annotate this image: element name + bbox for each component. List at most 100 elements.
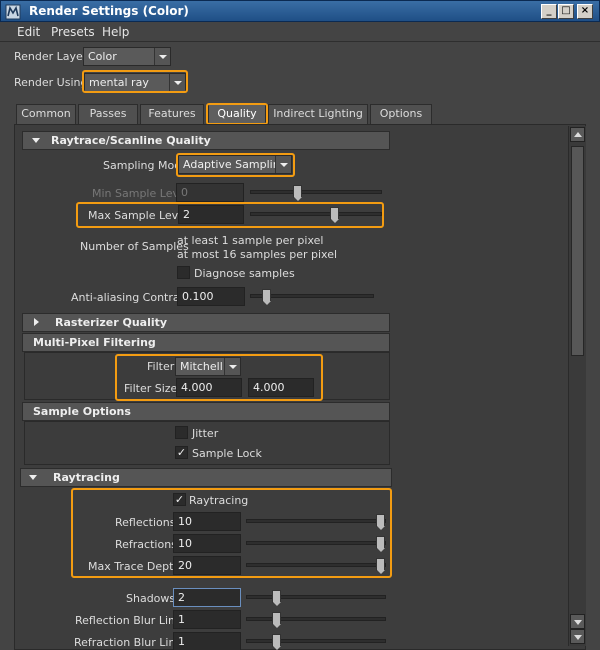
sampling-mode-label: Sampling Mode xyxy=(103,159,188,172)
triangle-down-icon xyxy=(29,475,37,480)
filter-size-x-field[interactable]: 4.000 xyxy=(176,378,242,397)
tab-passes[interactable]: Passes xyxy=(78,104,138,124)
raytracing-checkbox[interactable]: ✓ xyxy=(173,493,186,506)
menu-edit[interactable]: Edit xyxy=(17,25,40,39)
sample-lock-checkbox[interactable]: ✓ xyxy=(175,446,188,459)
tab-options[interactable]: Options xyxy=(370,104,432,124)
chevron-down-icon xyxy=(169,74,185,91)
filter-size-y-field[interactable]: 4.000 xyxy=(248,378,314,397)
slider-knob[interactable] xyxy=(376,514,385,530)
refractions-slider[interactable] xyxy=(246,536,386,552)
window-title: Render Settings (Color) xyxy=(29,4,189,18)
render-layer-dropdown[interactable]: Color xyxy=(83,47,171,66)
tab-quality[interactable]: Quality xyxy=(208,104,266,124)
shadows-field[interactable]: 2 xyxy=(173,588,241,607)
raytrace-scanline-header[interactable]: Raytrace/Scanline Quality xyxy=(22,131,390,150)
shadows-label: Shadows xyxy=(126,592,176,605)
min-sample-level-field[interactable]: 0 xyxy=(176,183,244,202)
triangle-down-icon xyxy=(32,138,40,143)
slider-knob[interactable] xyxy=(272,612,281,628)
reflections-slider[interactable] xyxy=(246,514,386,530)
sampling-mode-dropdown[interactable]: Adaptive Sampling xyxy=(178,155,292,174)
samples-max-text: at most 16 samples per pixel xyxy=(177,248,338,261)
diagnose-samples-checkbox[interactable] xyxy=(177,266,190,279)
render-using-label: Render Using xyxy=(14,76,88,89)
filter-size-label: Filter Size xyxy=(124,382,178,395)
max-sample-level-label: Max Sample Level xyxy=(88,209,189,222)
multi-pixel-filtering-header[interactable]: Multi-Pixel Filtering xyxy=(22,333,390,352)
raytrace-scanline-title: Raytrace/Scanline Quality xyxy=(51,134,211,147)
slider-knob[interactable] xyxy=(293,185,302,201)
sample-lock-label: Sample Lock xyxy=(192,447,262,460)
slider-knob[interactable] xyxy=(330,207,339,223)
jitter-checkbox[interactable] xyxy=(175,426,188,439)
slider-knob[interactable] xyxy=(272,590,281,606)
menu-bar: Edit Presets Help xyxy=(0,22,600,42)
max-trace-depth-slider[interactable] xyxy=(246,558,386,574)
scroll-up-icon[interactable] xyxy=(570,127,585,142)
tab-common[interactable]: Common xyxy=(16,104,76,124)
slider-knob[interactable] xyxy=(376,536,385,552)
refraction-blur-limit-field[interactable]: 1 xyxy=(173,632,241,650)
reflection-blur-limit-field[interactable]: 1 xyxy=(173,610,241,629)
slider-knob[interactable] xyxy=(376,558,385,574)
triangle-right-icon xyxy=(34,318,39,326)
reflections-field[interactable]: 10 xyxy=(173,512,241,531)
refractions-field[interactable]: 10 xyxy=(173,534,241,553)
shadows-slider[interactable] xyxy=(246,590,386,606)
filter-dropdown[interactable]: Mitchell xyxy=(175,357,241,376)
min-sample-level-label: Min Sample Level xyxy=(92,187,189,200)
slider-knob[interactable] xyxy=(272,634,281,650)
refraction-blur-limit-label: Refraction Blur Limit xyxy=(74,636,187,649)
reflection-blur-limit-label: Reflection Blur Limit xyxy=(75,614,187,627)
maximize-button[interactable]: □ xyxy=(558,4,574,19)
close-button[interactable]: × xyxy=(577,4,593,19)
tab-features[interactable]: Features xyxy=(140,104,204,124)
tab-indirect-lighting[interactable]: Indirect Lighting xyxy=(268,104,368,124)
max-trace-depth-field[interactable]: 20 xyxy=(173,556,241,575)
scrollbar-thumb[interactable] xyxy=(571,146,584,356)
jitter-label: Jitter xyxy=(192,427,219,440)
raytracing-label: Raytracing xyxy=(189,494,249,507)
render-using-value: mental ray xyxy=(89,76,149,89)
diagnose-samples-label: Diagnose samples xyxy=(194,267,295,280)
sample-options-header[interactable]: Sample Options xyxy=(22,402,390,421)
render-layer-value: Color xyxy=(88,50,117,63)
multi-pixel-filtering-title: Multi-Pixel Filtering xyxy=(33,336,156,349)
menu-presets[interactable]: Presets xyxy=(51,25,95,39)
max-sample-level-slider[interactable] xyxy=(250,207,382,223)
minimize-button[interactable]: _ xyxy=(541,4,557,19)
filter-value: Mitchell xyxy=(180,360,223,373)
rasterizer-quality-header[interactable]: Rasterizer Quality xyxy=(22,313,390,332)
raytracing-title: Raytracing xyxy=(53,471,120,484)
menu-help[interactable]: Help xyxy=(102,25,129,39)
reflections-label: Reflections xyxy=(115,516,176,529)
raytracing-header[interactable]: Raytracing xyxy=(20,468,392,487)
chevron-down-icon xyxy=(275,156,291,173)
scroll-down-icon[interactable] xyxy=(570,629,585,644)
sample-options-title: Sample Options xyxy=(33,405,131,418)
tab-bar: Common Passes Features Quality Indirect … xyxy=(0,98,600,124)
number-of-samples-label: Number of Samples xyxy=(80,240,189,253)
anti-aliasing-contrast-slider[interactable] xyxy=(250,289,374,305)
chevron-down-icon xyxy=(224,358,240,375)
anti-aliasing-contrast-field[interactable]: 0.100 xyxy=(177,287,245,306)
max-sample-level-field[interactable]: 2 xyxy=(178,205,244,224)
samples-min-text: at least 1 sample per pixel xyxy=(177,234,324,247)
sampling-mode-value: Adaptive Sampling xyxy=(183,158,287,171)
vertical-scrollbar[interactable] xyxy=(568,126,586,646)
chevron-down-icon xyxy=(154,48,170,65)
refractions-label: Refractions xyxy=(115,538,177,551)
min-sample-level-slider[interactable] xyxy=(250,185,382,201)
filter-label: Filter xyxy=(147,360,175,373)
render-layer-label: Render Layer xyxy=(14,50,88,63)
max-trace-depth-label: Max Trace Depth xyxy=(88,560,181,573)
render-header: Render Layer Color Render Using mental r… xyxy=(0,42,600,98)
reflection-blur-limit-slider[interactable] xyxy=(246,612,386,628)
refraction-blur-limit-slider[interactable] xyxy=(246,634,386,650)
anti-aliasing-contrast-label: Anti-aliasing Contrast xyxy=(71,291,190,304)
render-using-dropdown[interactable]: mental ray xyxy=(84,73,186,92)
scroll-down-icon[interactable] xyxy=(570,614,585,629)
slider-knob[interactable] xyxy=(262,289,271,305)
window-titlebar[interactable]: Render Settings (Color) _ □ × xyxy=(0,0,600,22)
